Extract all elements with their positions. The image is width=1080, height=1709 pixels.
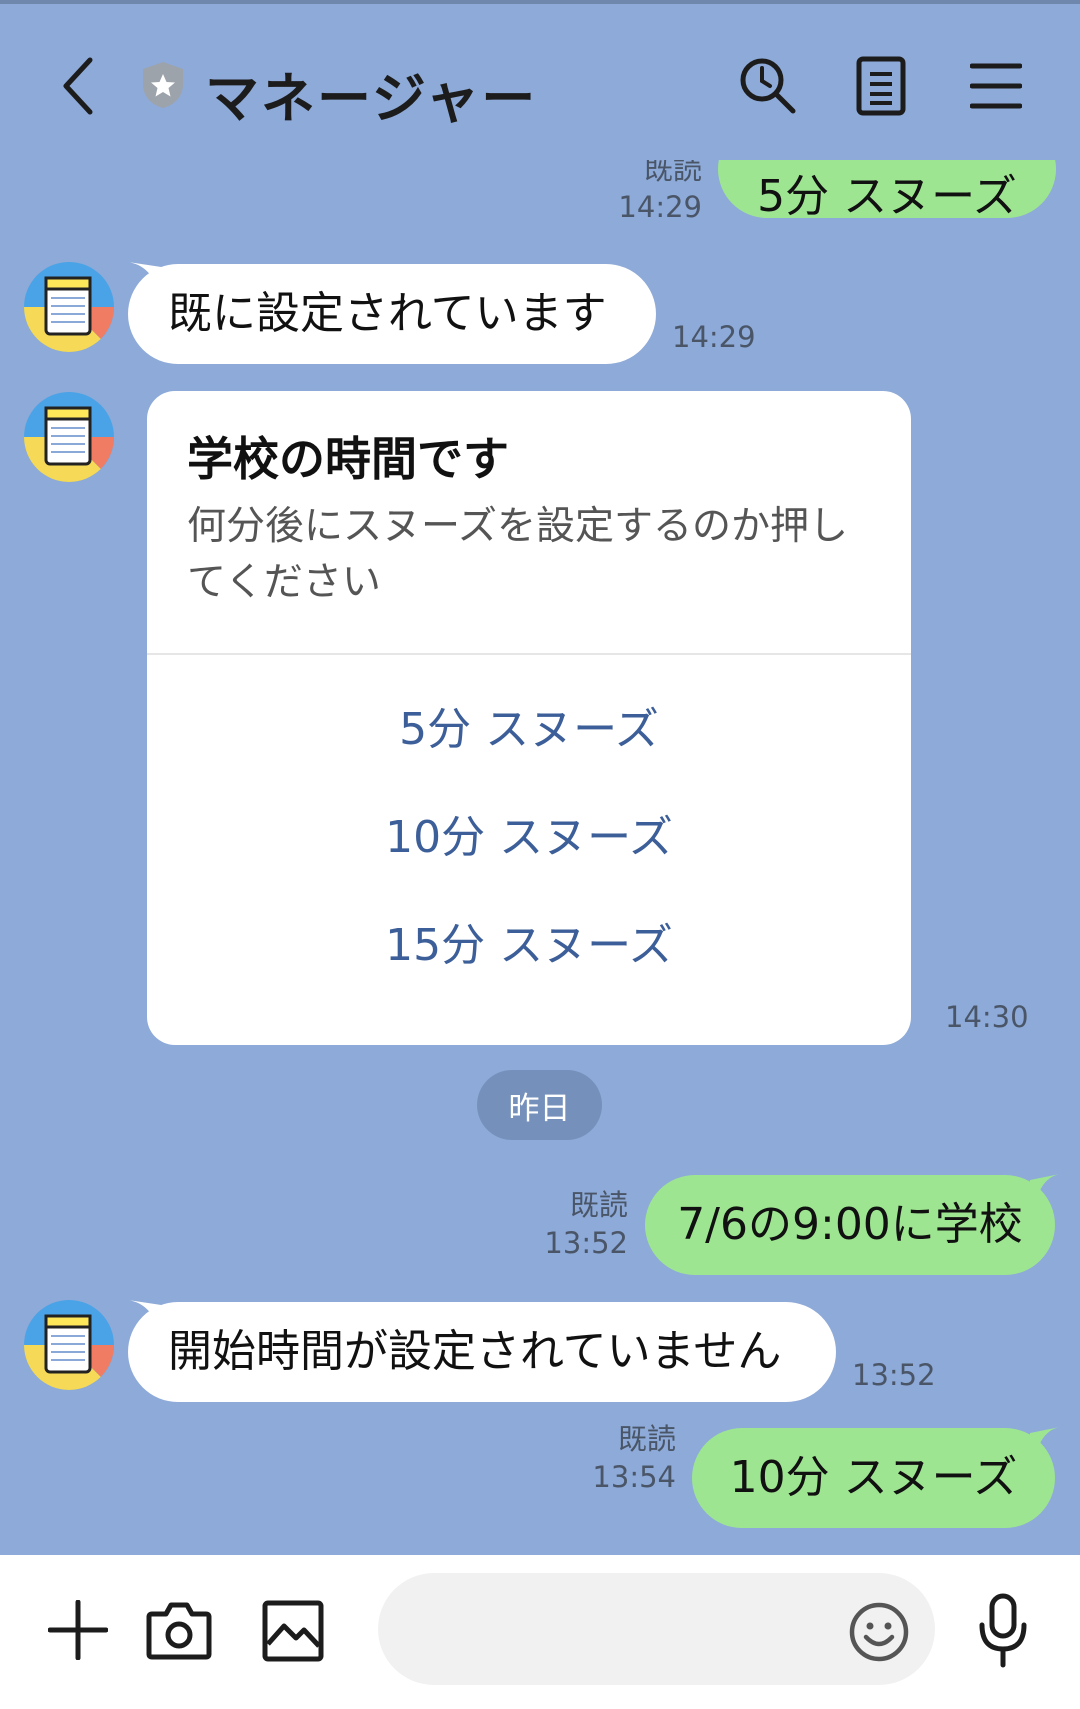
back-icon[interactable] (58, 56, 98, 116)
outgoing-message[interactable]: 5分 スヌーズ (718, 160, 1056, 222)
message-text: 7/6の9:00に学校 (677, 1199, 1023, 1250)
read-receipt: 既読 (569, 1188, 628, 1222)
message-text: 10分 スヌーズ (729, 1452, 1018, 1503)
camera-icon[interactable] (146, 1600, 212, 1660)
chat-messages[interactable]: 既読 14:29 5分 スヌーズ 既に設定されています 14:29 学校の時間で… (0, 160, 1080, 1555)
incoming-message[interactable]: 既に設定されています (128, 264, 656, 364)
bubble-tail (1030, 1427, 1060, 1453)
message-text: 既に設定されています (168, 288, 607, 339)
card-divider (147, 653, 911, 655)
bubble-tail (1030, 1174, 1060, 1200)
emoji-icon[interactable] (848, 1601, 910, 1663)
menu-icon[interactable] (970, 62, 1022, 110)
outgoing-message[interactable]: 7/6の9:00に学校 (645, 1175, 1055, 1275)
message-text: 開始時間が設定されていません (168, 1326, 782, 1377)
outgoing-message[interactable]: 10分 スヌーズ (692, 1428, 1055, 1528)
plus-icon[interactable] (48, 1600, 108, 1660)
mic-icon[interactable] (978, 1593, 1028, 1669)
search-icon[interactable] (738, 56, 798, 116)
message-time: 14:29 (672, 320, 756, 354)
message-time: 13:52 (852, 1358, 936, 1392)
chat-title: マネージャー (205, 67, 538, 130)
avatar[interactable] (24, 392, 114, 482)
message-input-bar (0, 1555, 1080, 1709)
date-separator: 昨日 (477, 1070, 602, 1140)
shield-star-icon (143, 62, 183, 108)
message-time: 14:30 (945, 1000, 1029, 1034)
chat-header: マネージャー (0, 4, 1080, 160)
read-receipt: 既読 (643, 160, 702, 186)
avatar[interactable] (24, 262, 114, 352)
message-text: 5分 スヌーズ (757, 171, 1017, 222)
notes-icon[interactable] (856, 56, 906, 116)
image-icon[interactable] (262, 1600, 324, 1662)
snooze-10-button[interactable]: 10分 スヌーズ (147, 801, 911, 865)
message-time: 13:52 (544, 1226, 628, 1260)
snooze-15-button[interactable]: 15分 スヌーズ (147, 909, 911, 973)
message-time: 14:29 (618, 190, 702, 224)
card-title: 学校の時間です (187, 432, 509, 486)
incoming-message[interactable]: 開始時間が設定されていません (128, 1302, 836, 1402)
message-time: 13:54 (592, 1460, 676, 1494)
snooze-card: 学校の時間です 何分後にスヌーズを設定するのか押してください 5分 スヌーズ 1… (147, 391, 911, 1045)
snooze-5-button[interactable]: 5分 スヌーズ (147, 693, 911, 757)
avatar[interactable] (24, 1300, 114, 1390)
read-receipt: 既読 (617, 1422, 676, 1456)
card-description: 何分後にスヌーズを設定するのか押してください (187, 504, 849, 605)
